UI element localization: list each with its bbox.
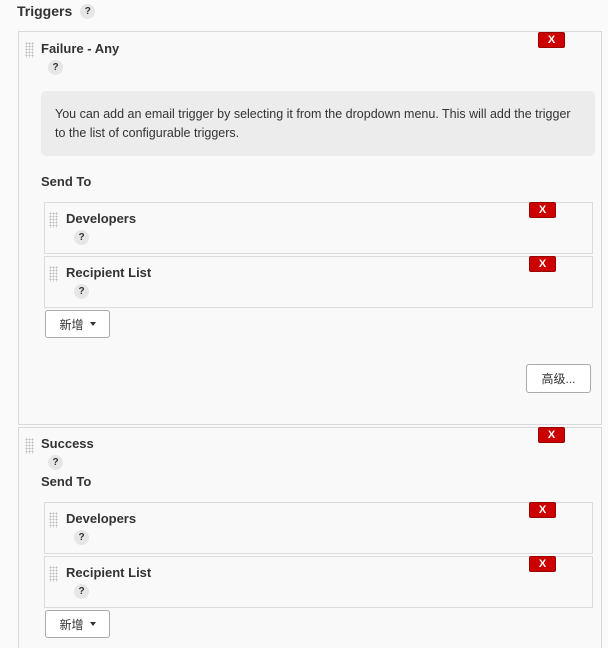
- drag-handle-icon[interactable]: [25, 42, 34, 58]
- recipient-name: Developers: [66, 511, 137, 526]
- drag-handle-icon[interactable]: [49, 512, 58, 528]
- drag-handle-icon[interactable]: [49, 266, 58, 282]
- delete-recipient-button[interactable]: X: [529, 502, 556, 518]
- add-recipient-dropdown-button[interactable]: 新增: [45, 610, 110, 638]
- recipient-help-icon[interactable]: ?: [74, 284, 89, 299]
- advanced-button[interactable]: 高级...: [526, 364, 591, 393]
- delete-trigger-button[interactable]: X: [538, 427, 565, 443]
- recipient-name: Recipient List: [66, 265, 152, 280]
- drag-handle-icon[interactable]: [49, 566, 58, 582]
- add-label: 新增: [59, 317, 84, 332]
- delete-recipient-button[interactable]: X: [529, 256, 556, 272]
- trigger-help-icon[interactable]: ?: [48, 60, 63, 75]
- recipient-developers: Developers ?: [44, 502, 593, 554]
- recipient-name: Recipient List: [66, 565, 152, 580]
- delete-recipient-button[interactable]: X: [529, 202, 556, 218]
- send-to-label: Send To: [41, 474, 92, 489]
- recipient-help-icon[interactable]: ?: [74, 584, 89, 599]
- send-to-label: Send To: [41, 174, 92, 189]
- drag-handle-icon[interactable]: [49, 212, 58, 228]
- section-title-label: Triggers: [17, 3, 73, 19]
- caret-down-icon: [89, 622, 96, 626]
- add-label: 新增: [59, 617, 84, 632]
- recipient-help-icon[interactable]: ?: [74, 230, 89, 245]
- recipient-name: Developers: [66, 211, 137, 226]
- triggers-section-title: Triggers ?: [17, 3, 96, 19]
- triggers-page: Triggers ? Failure - Any ? X You can add…: [0, 0, 608, 648]
- delete-recipient-button[interactable]: X: [529, 556, 556, 572]
- recipient-help-icon[interactable]: ?: [74, 530, 89, 545]
- recipient-developers: Developers ?: [44, 202, 593, 254]
- trigger-help-icon[interactable]: ?: [48, 455, 63, 470]
- recipient-recipient-list: Recipient List ?: [44, 556, 593, 608]
- trigger-name: Failure - Any: [41, 41, 120, 56]
- drag-handle-icon[interactable]: [25, 438, 34, 454]
- trigger-info-message: You can add an email trigger by selectin…: [41, 91, 595, 156]
- add-recipient-dropdown-button[interactable]: 新增: [45, 310, 110, 338]
- trigger-name: Success: [41, 436, 94, 451]
- delete-trigger-button[interactable]: X: [538, 32, 565, 48]
- caret-down-icon: [89, 322, 96, 326]
- triggers-help-icon[interactable]: ?: [80, 3, 96, 19]
- recipient-recipient-list: Recipient List ?: [44, 256, 593, 308]
